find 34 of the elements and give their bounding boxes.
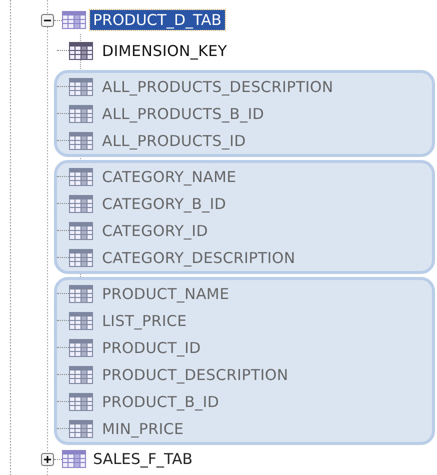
table-icon [69,168,93,186]
table-icon [69,132,93,150]
column-label[interactable]: CATEGORY_NAME [102,168,236,186]
table-icon [62,450,86,468]
table-icon [69,366,93,384]
table-icon [69,392,93,410]
column-label[interactable]: ALL_PRODUCTS_ID [102,132,246,150]
table-icon [69,420,93,438]
table-icon [69,78,93,96]
column-label[interactable]: MIN_PRICE [102,420,184,438]
table-icon [69,338,93,356]
table-icon [69,312,93,330]
table-node-label[interactable]: SALES_F_TAB [90,449,196,469]
column-label[interactable]: ALL_PRODUCTS_DESCRIPTION [102,78,334,96]
expand-toggle[interactable] [41,452,54,466]
table-icon [69,248,93,266]
table-icon [69,284,93,302]
column-label[interactable]: ALL_PRODUCTS_B_ID [102,104,264,122]
column-label[interactable]: LIST_PRICE [102,312,187,330]
column-label[interactable]: CATEGORY_ID [102,222,208,240]
column-label[interactable]: PRODUCT_B_ID [102,392,220,410]
collapse-toggle[interactable] [41,14,54,26]
table-icon [69,42,93,60]
table-icon [69,222,93,240]
column-label[interactable]: PRODUCT_DESCRIPTION [102,366,288,384]
table-icon [69,104,93,122]
column-label[interactable]: CATEGORY_B_ID [102,194,226,212]
column-label[interactable]: PRODUCT_ID [102,338,201,356]
table-icon [69,194,93,212]
column-label[interactable]: CATEGORY_DESCRIPTION [102,248,296,266]
column-label[interactable]: DIMENSION_KEY [102,42,228,60]
table-icon [62,11,86,29]
column-label[interactable]: PRODUCT_NAME [102,284,230,302]
table-node-label[interactable]: PRODUCT_D_TAB [90,10,225,30]
